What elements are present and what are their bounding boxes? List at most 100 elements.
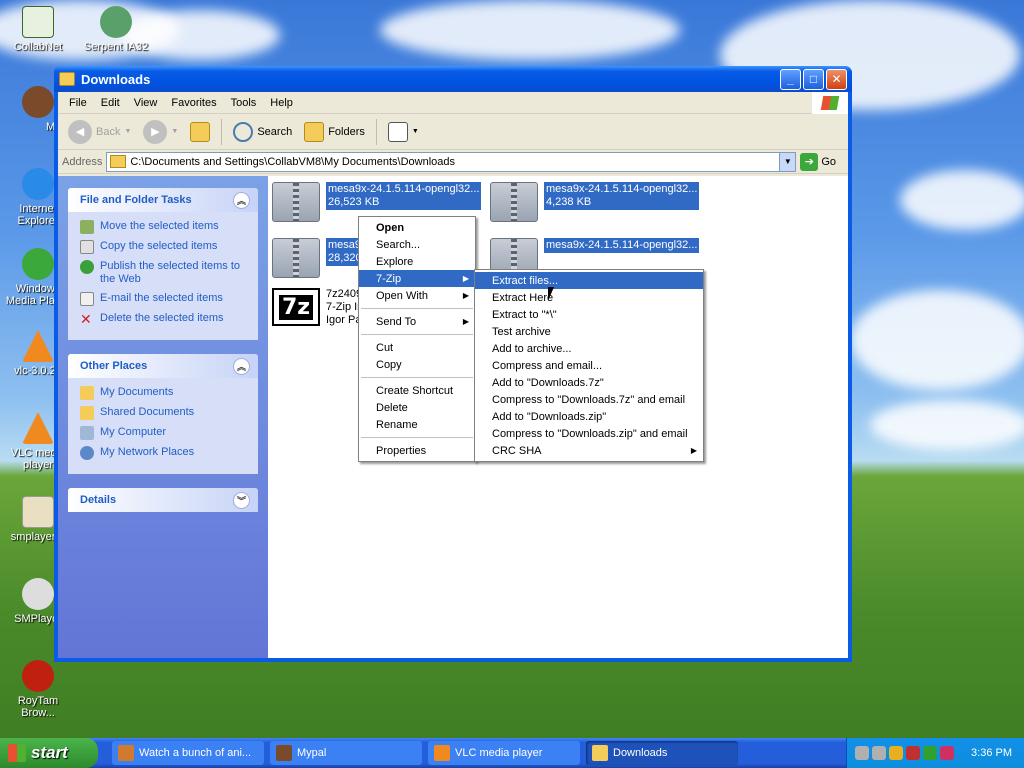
taskbar-task-watch[interactable]: Watch a bunch of ani... [112, 741, 264, 765]
security-shield-icon[interactable] [906, 746, 920, 760]
folder-icon [592, 745, 608, 761]
address-dropdown-icon[interactable]: ▼ [779, 152, 796, 171]
desktop-icon-collabnet[interactable]: CollabNet [0, 6, 76, 53]
forward-button[interactable]: ▶ ▼ [139, 118, 182, 146]
zip-folder-icon [490, 182, 538, 222]
menu-file[interactable]: File [62, 97, 94, 109]
tray-app-icon[interactable] [889, 746, 903, 760]
expand-icon[interactable]: ︾ [233, 491, 250, 509]
task-email[interactable]: E-mail the selected items [80, 292, 248, 306]
clock[interactable]: 3:36 PM [971, 747, 1012, 759]
minimize-button[interactable]: _ [780, 68, 801, 90]
folders-button[interactable]: Folders [300, 118, 369, 146]
computer-icon [80, 426, 94, 440]
zip-add-to-archive[interactable]: Add to archive... [475, 340, 703, 357]
tray-app-icon[interactable] [872, 746, 886, 760]
panel-header[interactable]: Details ︾ [68, 488, 258, 512]
zip-add-zip[interactable]: Add to "Downloads.zip" [475, 408, 703, 425]
tray-app-icon[interactable] [923, 746, 937, 760]
collabnet-icon [22, 6, 54, 38]
ctx-create-shortcut[interactable]: Create Shortcut [359, 382, 475, 399]
zip-crc-sha[interactable]: CRC SHA ▶ [475, 442, 703, 459]
ctx-rename[interactable]: Rename [359, 416, 475, 433]
views-icon [387, 121, 408, 142]
place-my-documents[interactable]: My Documents [80, 386, 248, 400]
wmp-icon [22, 248, 54, 280]
address-input[interactable]: C:\Documents and Settings\CollabVM8\My D… [106, 151, 797, 172]
delete-x-icon: ✕ [80, 311, 92, 327]
file-folder-tasks-panel: File and Folder Tasks ︽ Move the selecte… [68, 188, 258, 340]
ctx-7zip[interactable]: 7-Zip ▶ [359, 270, 475, 287]
task-move[interactable]: Move the selected items [80, 220, 248, 234]
close-button[interactable]: ✕ [826, 68, 847, 90]
zip-extract-files[interactable]: Extract files... [475, 272, 703, 289]
zip-compress-email[interactable]: Compress and email... [475, 357, 703, 374]
collapse-icon[interactable]: ︽ [233, 357, 250, 375]
taskbar-task-downloads[interactable]: Downloads [586, 741, 738, 765]
file-item[interactable]: mesa9x 28,320 [272, 238, 369, 278]
file-item[interactable]: 7z 7z2409 7-Zip In Igor Pa [272, 288, 363, 327]
zip-add-7z[interactable]: Add to "Downloads.7z" [475, 374, 703, 391]
ctx-open-with[interactable]: Open With ▶ [359, 287, 475, 304]
task-copy[interactable]: Copy the selected items [80, 240, 248, 254]
zip-extract-here[interactable]: Extract Here [475, 289, 703, 306]
place-shared-documents[interactable]: Shared Documents [80, 406, 248, 420]
panel-header[interactable]: Other Places ︽ [68, 354, 258, 378]
task-pane: File and Folder Tasks ︽ Move the selecte… [58, 176, 268, 658]
tray-app-icon[interactable] [940, 746, 954, 760]
address-bar: Address C:\Documents and Settings\Collab… [58, 150, 848, 174]
go-arrow-icon: ➔ [800, 152, 819, 171]
search-button[interactable]: Search [229, 118, 296, 146]
maximize-button[interactable]: □ [803, 68, 824, 90]
vlc-cone-icon [22, 412, 54, 444]
zip-folder-icon [272, 182, 320, 222]
menu-view[interactable]: View [127, 97, 165, 109]
ctx-copy[interactable]: Copy [359, 356, 475, 373]
menu-favorites[interactable]: Favorites [164, 97, 223, 109]
file-item[interactable]: mesa9x-24.1.5.114-opengl32... 4,238 KB [490, 182, 700, 222]
taskbar-task-mypal[interactable]: Mypal [270, 741, 422, 765]
system-tray: 3:36 PM [846, 738, 1024, 768]
place-network[interactable]: My Network Places [80, 446, 248, 460]
ctx-open[interactable]: Open [359, 219, 475, 236]
menu-tools[interactable]: Tools [224, 97, 264, 109]
zip-compress-zip-email[interactable]: Compress to "Downloads.zip" and email [475, 425, 703, 442]
tray-app-icon[interactable] [855, 746, 869, 760]
title-bar[interactable]: Downloads _ □ ✕ [54, 66, 852, 92]
ctx-send-to[interactable]: Send To ▶ [359, 313, 475, 330]
vlc-cone-icon [22, 330, 54, 362]
shared-folder-icon [80, 406, 94, 420]
ctx-search[interactable]: Search... [359, 236, 475, 253]
start-button[interactable]: start [0, 738, 98, 768]
zip-test-archive[interactable]: Test archive [475, 323, 703, 340]
views-button[interactable]: ▼ [384, 118, 423, 146]
ctx-delete[interactable]: Delete [359, 399, 475, 416]
globe-icon [80, 260, 94, 274]
zip-compress-7z-email[interactable]: Compress to "Downloads.7z" and email [475, 391, 703, 408]
ie-icon [22, 168, 54, 200]
taskbar-task-vlc[interactable]: VLC media player [428, 741, 580, 765]
windows-flag-icon [8, 744, 26, 762]
back-button[interactable]: ◀ Back ▼ [64, 118, 135, 146]
menu-edit[interactable]: Edit [94, 97, 127, 109]
ctx-explore[interactable]: Explore [359, 253, 475, 270]
ctx-cut[interactable]: Cut [359, 339, 475, 356]
zip-folder-icon [272, 238, 320, 278]
place-my-computer[interactable]: My Computer [80, 426, 248, 440]
details-panel: Details ︾ [68, 488, 258, 512]
search-icon [233, 121, 254, 142]
collapse-icon[interactable]: ︽ [233, 191, 250, 209]
ctx-properties[interactable]: Properties [359, 442, 475, 459]
context-menu: Open Search... Explore 7-Zip ▶ Open With ▶… [358, 216, 476, 462]
task-publish[interactable]: Publish the selected items to the Web [80, 260, 248, 286]
task-delete[interactable]: ✕ Delete the selected items [80, 312, 248, 326]
zip-extract-to[interactable]: Extract to "*\" [475, 306, 703, 323]
submenu-arrow-icon: ▶ [462, 317, 469, 326]
desktop-icon-roytam[interactable]: RoyTam Brow... [0, 660, 76, 719]
menu-help[interactable]: Help [263, 97, 300, 109]
panel-header[interactable]: File and Folder Tasks ︽ [68, 188, 258, 212]
desktop-icon-serpent[interactable]: Serpent IA32 [78, 6, 154, 53]
go-button[interactable]: ➔ Go [800, 152, 836, 171]
serpent-icon [100, 6, 132, 38]
up-folder-button[interactable] [186, 118, 214, 146]
